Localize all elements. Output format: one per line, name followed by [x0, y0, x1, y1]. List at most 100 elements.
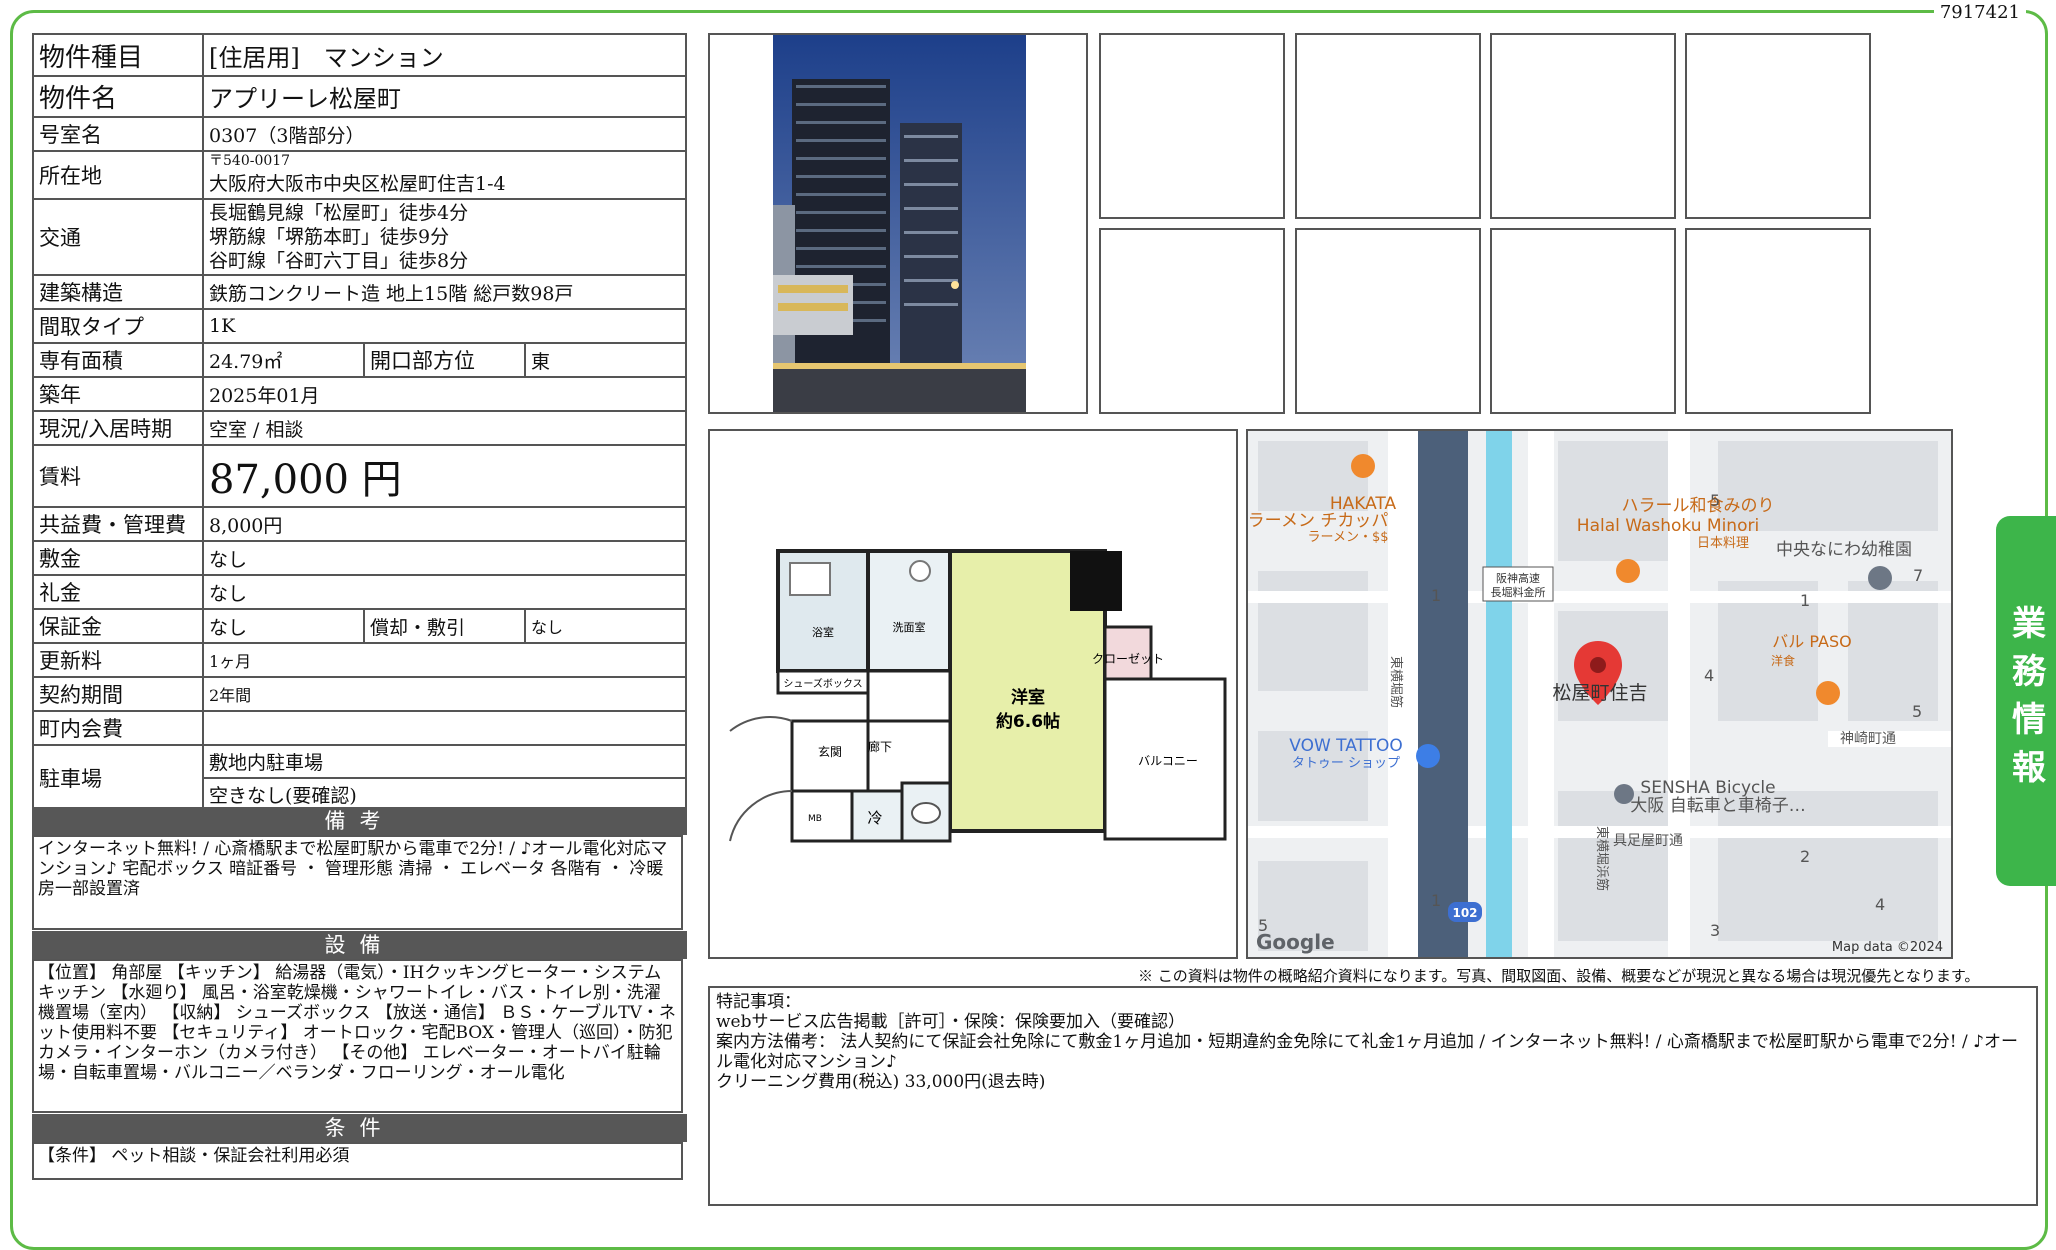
- map-label: 松屋町住吉: [1552, 682, 1647, 704]
- structure-value: 鉄筋コンクリート造 地上15階 総戸数98戸: [202, 274, 687, 310]
- map-label: Halal Washoku Minori: [1577, 516, 1759, 536]
- map-label: 神崎町通: [1840, 731, 1896, 747]
- map-logo: Google: [1256, 930, 1335, 954]
- fee-value: 8,000円: [202, 506, 687, 542]
- property-table: 物件種目 [住居用] マンション 物件名 アプリーレ松屋町 号室名 0307（3…: [32, 33, 687, 811]
- special-notes: 特記事項： webサービス広告掲載［許可］・保険：保険要加入（要確認） 案内方法…: [708, 986, 2038, 1206]
- fridge-label: 冷: [867, 809, 882, 827]
- document-id: 7917421: [1933, 2, 2026, 23]
- room-label: 号室名: [32, 116, 204, 152]
- meter-box-label: MB: [808, 814, 822, 824]
- type-value: [住居用] マンション: [202, 33, 687, 77]
- hallway-label: 廊下: [868, 739, 892, 754]
- photo-thumbnail[interactable]: [1490, 33, 1676, 219]
- map-number: 5: [1912, 702, 1922, 721]
- remarks-text: インターネット無料! / 心斎橋駅まで松屋町駅から電車で2分! / ♪オール電化…: [32, 835, 683, 930]
- map-label: 東横堀浜筋: [1594, 826, 1610, 891]
- bath-label: 浴室: [812, 625, 834, 639]
- map-label: 東横堀筋: [1388, 656, 1404, 708]
- amortization-value: なし: [524, 608, 687, 644]
- address-cell: 〒540-0017 大阪府大阪市中央区松屋町住吉1-4: [202, 150, 687, 200]
- conditions-text: 【条件】 ペット相談・保証会社利用必須: [32, 1142, 683, 1180]
- photo-thumbnail[interactable]: [1295, 33, 1481, 219]
- map-number: 7: [1913, 566, 1923, 585]
- map-number: 1: [1431, 586, 1441, 605]
- photo-thumbnail[interactable]: [1099, 33, 1285, 219]
- status-value: 空室 / 相談: [202, 410, 687, 446]
- map-label: 日本料理: [1697, 536, 1749, 551]
- layout-value: 1K: [202, 308, 687, 344]
- type-label: 物件種目: [32, 33, 204, 77]
- transit-line: 谷町線「谷町六丁目」徒歩8分: [209, 250, 469, 272]
- business-info-tab[interactable]: 業務情報: [1996, 516, 2056, 886]
- contract-value: 2年間: [202, 676, 687, 712]
- rent-label: 賃料: [32, 444, 204, 508]
- equipment-text: 【位置】 角部屋 【キッチン】 給湯器（電気）・IHクッキングヒーター・システム…: [32, 959, 683, 1113]
- conditions-header: 条件: [32, 1114, 687, 1142]
- floor-plan-drawing: 浴室 洗面室 シューズボックス 洋室 約6.6帖 クローゼット バルコニー 玄関…: [729, 549, 1227, 843]
- closet-label: クローゼット: [1092, 652, 1164, 666]
- entry-label: 玄関: [818, 744, 842, 759]
- business-info-label: 業務情報: [2005, 605, 2046, 797]
- built-value: 2025年01月: [202, 376, 687, 412]
- parking-label: 駐車場: [32, 744, 204, 811]
- map-label: ラーメン・$$: [1307, 530, 1388, 545]
- parking-availability: 空きなし(要確認): [202, 777, 687, 811]
- remarks-header: 備考: [32, 807, 687, 835]
- map-number: 4: [1704, 666, 1714, 685]
- address-value: 大阪府大阪市中央区松屋町住吉1-4: [209, 173, 506, 195]
- building-photo-image: [773, 35, 1026, 412]
- room-size-label: 約6.6帖: [996, 711, 1060, 732]
- area-label: 専有面積: [32, 342, 204, 378]
- town-fee-value: [202, 710, 687, 746]
- amortization-label: 償却・敷引: [363, 608, 526, 644]
- building-photo[interactable]: [708, 33, 1088, 414]
- fee-label: 共益費・管理費: [32, 506, 204, 542]
- renewal-value: 1ヶ月: [202, 642, 687, 678]
- map-drawing: HAKATA ラーメン チカッパ ラーメン・$$ ハラール和食みのり Halal…: [1248, 431, 1951, 957]
- equipment-header: 設備: [32, 931, 687, 959]
- special-notes-line: webサービス広告掲載［許可］・保険：保険要加入（要確認）: [716, 1012, 1185, 1032]
- map-label: 具足屋町通: [1613, 833, 1683, 849]
- map-label: 大阪 自転車と車椅子…: [1630, 796, 1805, 816]
- route-shield: 102: [1452, 906, 1477, 920]
- contract-label: 契約期間: [32, 676, 204, 712]
- photo-thumbnail[interactable]: [1685, 228, 1871, 414]
- room-value: 0307（3階部分）: [202, 116, 687, 152]
- area-value: 24.79㎡: [202, 342, 365, 378]
- key-money-label: 礼金: [32, 574, 204, 610]
- balcony-label: バルコニー: [1138, 754, 1198, 768]
- guarantee-value: なし: [202, 608, 365, 644]
- map-number: 5: [1710, 491, 1720, 510]
- location-map[interactable]: HAKATA ラーメン チカッパ ラーメン・$$ ハラール和食みのり Halal…: [1246, 429, 1953, 959]
- layout-label: 間取タイプ: [32, 308, 204, 344]
- guarantee-label: 保証金: [32, 608, 204, 644]
- name-value: アプリーレ松屋町: [202, 75, 687, 118]
- map-label: タトゥー ショップ: [1292, 756, 1400, 771]
- direction-label: 開口部方位: [363, 342, 526, 378]
- built-label: 築年: [32, 376, 204, 412]
- parking-value: 敷地内駐車場: [202, 744, 687, 779]
- map-label: ハラール和食みのり: [1622, 496, 1775, 516]
- floor-plan[interactable]: 浴室 洗面室 シューズボックス 洋室 約6.6帖 クローゼット バルコニー 玄関…: [708, 429, 1238, 959]
- photo-thumbnail[interactable]: [1295, 228, 1481, 414]
- deposit-label: 敷金: [32, 540, 204, 576]
- renewal-label: 更新料: [32, 642, 204, 678]
- special-notes-title: 特記事項：: [716, 992, 801, 1012]
- western-room-label: 洋室: [1011, 687, 1045, 708]
- special-notes-line: 案内方法備考： 法人契約にて保証会社免除にて敷金1ヶ月追加・短期違約金免除にて礼…: [716, 1032, 2018, 1072]
- map-label: SENSHA Bicycle: [1640, 778, 1775, 798]
- special-notes-line: クリーニング費用(税込) 33,000円(退去時): [716, 1072, 1046, 1092]
- photo-thumbnail[interactable]: [1099, 228, 1285, 414]
- map-label: 阪神高速: [1496, 571, 1540, 585]
- postal-code: 〒540-0017: [209, 153, 291, 169]
- map-number: 2: [1800, 847, 1810, 866]
- structure-label: 建築構造: [32, 274, 204, 310]
- direction-value: 東: [524, 342, 687, 378]
- map-label: VOW TATTOO: [1289, 736, 1403, 756]
- photo-thumbnail[interactable]: [1685, 33, 1871, 219]
- map-number: 4: [1875, 895, 1885, 914]
- map-number: 1: [1431, 891, 1441, 910]
- photo-thumbnail[interactable]: [1490, 228, 1676, 414]
- washroom-label: 洗面室: [893, 620, 926, 634]
